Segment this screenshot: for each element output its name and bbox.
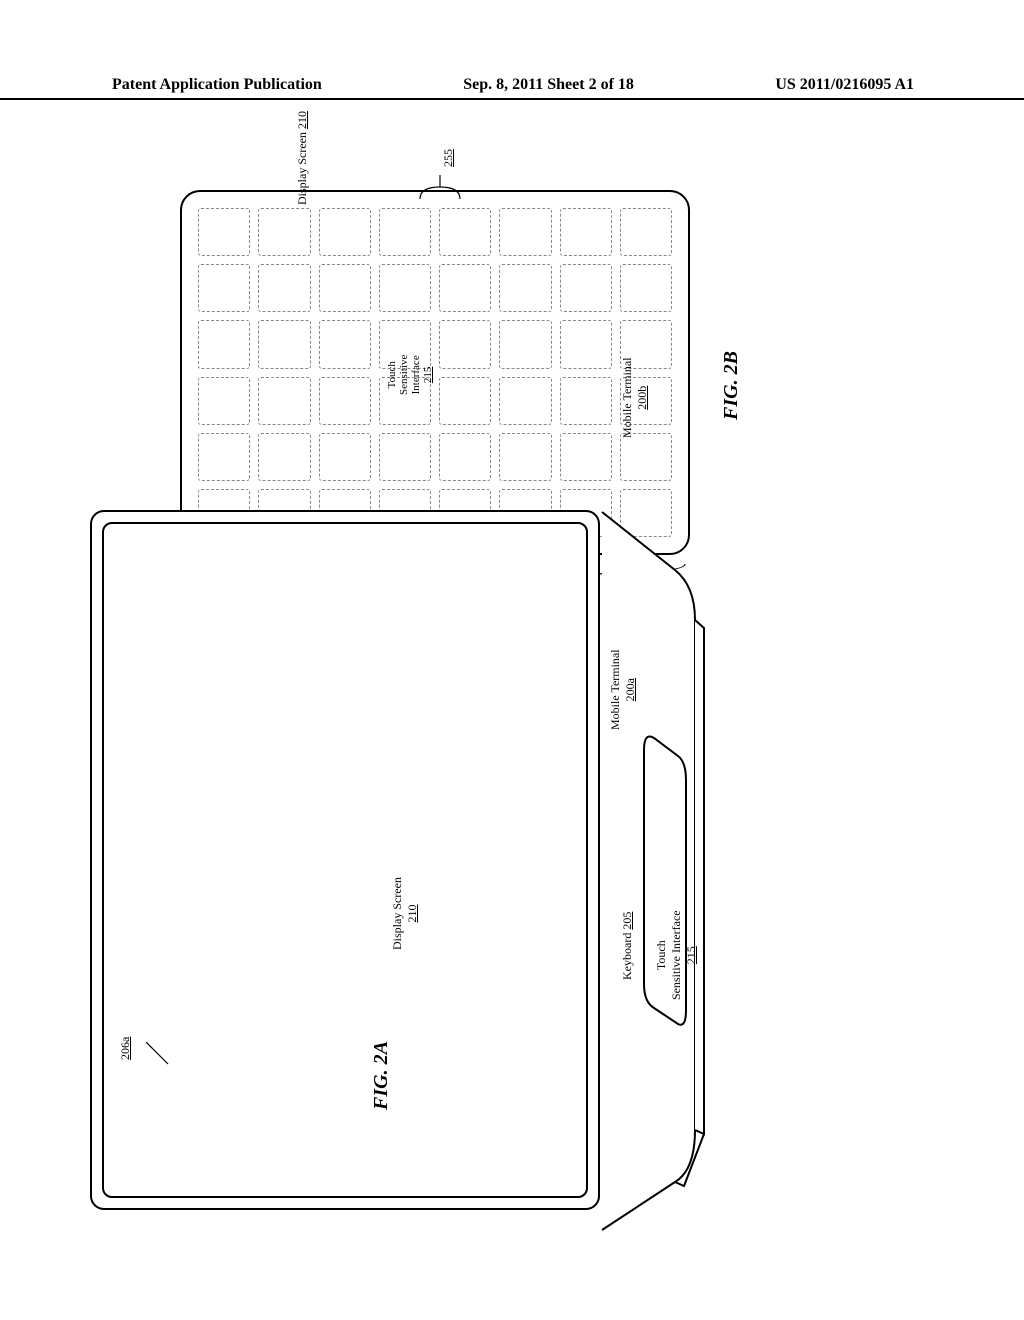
fig2b-caption: FIG. 2B — [720, 351, 743, 420]
fig2b-touch-label: Touch Sensitive Interface 215 — [386, 355, 434, 395]
fig2b-terminal-label: Mobile Terminal200b — [620, 357, 650, 438]
fig2a-lid — [90, 510, 600, 1230]
fig2b-key-cell — [560, 320, 612, 368]
header-center: Sep. 8, 2011 Sheet 2 of 18 — [463, 76, 634, 94]
fig2b-key-cell — [620, 208, 672, 256]
fig2b-key-cell — [319, 208, 371, 256]
fig2b-key-cell — [439, 320, 491, 368]
header-left: Patent Application Publication — [112, 76, 322, 94]
fig2b-housing — [180, 190, 690, 555]
page-header: Patent Application Publication Sep. 8, 2… — [0, 76, 1024, 100]
fig2b-key-cell — [499, 208, 551, 256]
fig2a-caption: FIG. 2A — [370, 1041, 393, 1110]
fig2b-key-cell — [499, 264, 551, 312]
fig2b-key-cell — [258, 433, 310, 481]
fig2b-key-cell — [258, 208, 310, 256]
fig2b-key-cell — [620, 433, 672, 481]
fig2b-key-cell — [439, 208, 491, 256]
fig2b-key-cell — [379, 208, 431, 256]
fig2b-key-cell — [319, 377, 371, 425]
fig2a-display-screen — [102, 522, 588, 1198]
fig2b-key-cell — [499, 320, 551, 368]
fig2b-display-label: Display Screen 210 — [295, 111, 310, 205]
fig2b-key-cell — [379, 264, 431, 312]
fig2a-base — [600, 510, 696, 1230]
fig2b-touch-grid — [198, 208, 672, 537]
fig2a-display-label: Display Screen210 — [390, 877, 420, 950]
fig2b-key-cell — [319, 320, 371, 368]
fig2b-key-cell — [499, 433, 551, 481]
fig2b-key-cell — [198, 208, 250, 256]
fig2b-key-cell — [560, 377, 612, 425]
fig2a-terminal-label: Mobile Terminal200a — [608, 649, 638, 730]
fig2b-key-cell — [439, 377, 491, 425]
fig2b-key-cell — [439, 433, 491, 481]
fig2b-key-cell — [258, 264, 310, 312]
fig2b-key-cell — [319, 264, 371, 312]
fig2b-key-cell — [258, 377, 310, 425]
fig2b-key-cell — [439, 264, 491, 312]
fig2b-key-cell — [620, 264, 672, 312]
fig2b-key-cell — [319, 433, 371, 481]
fig2b-key-cell — [560, 264, 612, 312]
fig2a-touch-label: Touch Sensitive Interface 215 — [654, 910, 699, 1000]
fig2a-keyboard-label: Keyboard 205 — [620, 912, 635, 980]
fig2b-key-cell — [258, 320, 310, 368]
fig2b-key-cell — [560, 208, 612, 256]
fig2b-key-cell — [379, 433, 431, 481]
fig2b-key-cell — [198, 377, 250, 425]
header-right: US 2011/0216095 A1 — [775, 76, 914, 94]
fig2b-display-area — [198, 208, 672, 537]
fig2b-key-cell — [499, 377, 551, 425]
fig2b-key-cell — [198, 264, 250, 312]
fig2b-key-cell — [198, 320, 250, 368]
fig2b-key-cell — [560, 433, 612, 481]
fig2b-key-cell — [198, 433, 250, 481]
fig2a-lid-outer — [90, 510, 600, 1210]
